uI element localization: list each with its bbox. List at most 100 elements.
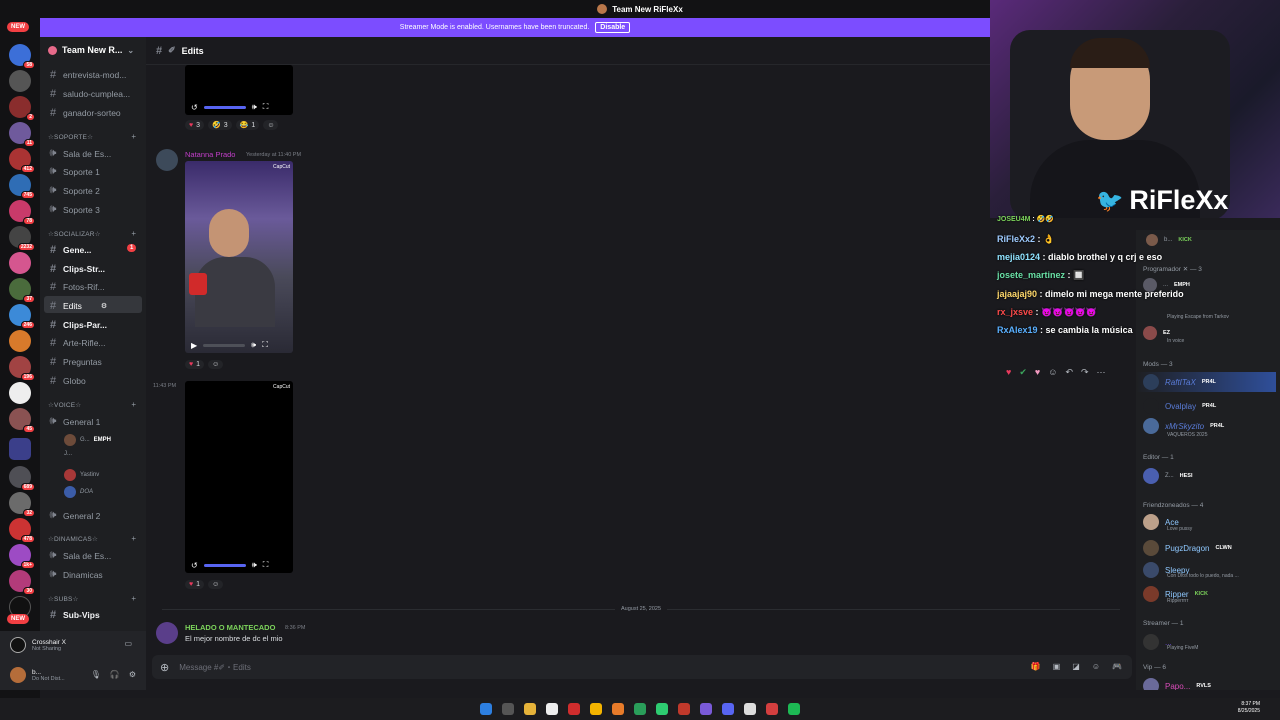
video-embed-1[interactable]: ↺ 🕪 ⛶ [185, 65, 293, 115]
app-icon[interactable] [678, 703, 690, 715]
channel-edits[interactable]: # Edits ⚙ [48, 300, 107, 312]
settings-gear-icon[interactable]: ⚙ [101, 302, 107, 310]
add-reaction-icon[interactable]: ☺ [208, 360, 224, 369]
voice-dinamicas[interactable]: 🕪 Dinamicas [48, 568, 103, 581]
category-voice[interactable]: ☆VOICE☆ [48, 401, 81, 409]
channel-saludo[interactable]: # saludo-cumplea... [48, 88, 130, 100]
server-icon-4[interactable]: 11 [9, 122, 35, 147]
server-icon-14[interactable] [9, 382, 31, 404]
server-icon-10[interactable]: 37 [9, 278, 35, 303]
disable-streamer-mode-button[interactable]: Disable [595, 22, 631, 33]
avatar[interactable] [156, 149, 178, 171]
headphones-icon[interactable]: 🎧 [110, 670, 120, 679]
member-editor-1[interactable]: Z... HESI [1143, 468, 1193, 484]
voice-user[interactable]: Yastinv [64, 469, 99, 481]
channel-clips-partidas[interactable]: # Clips-Par... [48, 319, 107, 331]
add-reaction-icon[interactable]: ☺ [263, 120, 279, 130]
spotify-icon[interactable] [788, 703, 800, 715]
channel-arte[interactable]: # Arte-Rifle... [48, 337, 106, 349]
app-icon[interactable] [656, 703, 668, 715]
gift-icon[interactable]: 🎁 [1031, 662, 1041, 671]
voice-general-1[interactable]: 🕪 General 1 [48, 415, 101, 428]
add-channel-icon[interactable]: + [131, 132, 136, 141]
microphone-icon[interactable]: 🎙 [91, 670, 101, 679]
system-tray-clock[interactable]: 8:37 PM 8/25/2025 [1238, 701, 1260, 715]
app-icon[interactable] [612, 703, 624, 715]
activity-row[interactable]: Crosshair X Not Sharing [10, 637, 66, 653]
voice-user[interactable]: G... EMPH [64, 434, 111, 446]
channel-ganador[interactable]: # ganador-sorteo [48, 107, 121, 119]
reaction-heart[interactable]: ♥ 1 [185, 580, 205, 589]
add-reaction-icon[interactable]: ☺ [1048, 367, 1057, 378]
video-embed-2[interactable]: CapCut ▶ 🕪 ⛶ [185, 161, 293, 353]
member-vip-1[interactable]: Papo... RVLS [1143, 678, 1211, 690]
fullscreen-icon[interactable]: ⛶ [263, 560, 269, 570]
sticker-icon[interactable]: ◪ [1072, 662, 1080, 671]
voice-soporte-1[interactable]: 🕪 Soporte 1 [48, 165, 100, 178]
add-reaction-icon[interactable]: ☺ [208, 580, 224, 589]
channel-sub-vips[interactable]: # Sub-Vips [48, 609, 100, 621]
video-embed-3[interactable]: CapCut ↺ 🕪 ⛶ [185, 381, 293, 573]
server-icon-5[interactable]: 412 [9, 148, 35, 173]
fullscreen-icon[interactable]: ⛶ [262, 340, 268, 350]
server-icon-11[interactable]: 246 [9, 304, 35, 329]
voice-soporte-3[interactable]: 🕪 Soporte 3 [48, 203, 100, 216]
server-icon-7[interactable]: 78 [9, 200, 35, 225]
member-friend-2[interactable]: PugzDragon CLWN [1143, 540, 1232, 556]
server-icon-9[interactable] [9, 252, 31, 274]
start-menu-icon[interactable] [480, 703, 492, 715]
server-icon-3[interactable]: 2 [9, 96, 35, 121]
voice-soporte-2[interactable]: 🕪 Soporte 2 [48, 184, 100, 197]
voice-general-2[interactable]: 🕪 General 2 [48, 509, 101, 522]
category-dinamicas[interactable]: ☆DINAMICAS☆ [48, 535, 98, 543]
fullscreen-icon[interactable]: ⛶ [263, 102, 269, 112]
user-row[interactable]: b... Do Not Dist... [10, 667, 65, 683]
discord-icon[interactable] [722, 703, 734, 715]
add-channel-icon[interactable]: + [131, 594, 136, 603]
pink-heart-icon[interactable]: ♥ [1035, 367, 1040, 378]
server-folder[interactable] [9, 438, 31, 460]
add-channel-icon[interactable]: + [131, 534, 136, 543]
channel-globo[interactable]: # Globo [48, 375, 86, 387]
category-subs[interactable]: ☆SUBS☆ [48, 595, 79, 603]
more-icon[interactable]: ⋯ [1097, 367, 1106, 378]
overlay-member[interactable]: b... KICK [1146, 234, 1192, 246]
voice-sala-espera[interactable]: 🕪 Sala de Es... [48, 147, 112, 160]
app-icon[interactable] [700, 703, 712, 715]
server-icon-2[interactable] [9, 70, 31, 92]
message-author[interactable]: HELADO O MANTECADO [185, 623, 275, 632]
replay-icon[interactable]: ↺ [191, 103, 198, 112]
store-icon[interactable] [546, 703, 558, 715]
channel-fotos[interactable]: # Fotos-Rif... [48, 281, 105, 293]
app-icon[interactable] [766, 703, 778, 715]
member-mod-2[interactable]: Ovalplay PR4L [1143, 398, 1216, 414]
forward-icon[interactable]: ↷ [1081, 367, 1089, 378]
reaction-heart[interactable]: ♥ 1 [185, 360, 205, 369]
app-icon[interactable] [634, 703, 646, 715]
volume-icon[interactable]: 🕪 [252, 102, 257, 112]
member-mod-1[interactable]: RaftITaX PR4L [1143, 374, 1216, 390]
avatar[interactable] [156, 622, 178, 644]
server-icon-1[interactable]: 58 [9, 44, 35, 69]
server-icon-17[interactable]: 32 [9, 492, 35, 517]
app-icon[interactable] [744, 703, 756, 715]
video-progress[interactable] [203, 563, 246, 567]
apps-icon[interactable]: 🎮 [1112, 662, 1122, 671]
add-channel-icon[interactable]: + [131, 229, 136, 238]
overlay-member[interactable]: EZ [1143, 326, 1170, 340]
voice-sala-espera-2[interactable]: 🕪 Sala de Es... [48, 549, 112, 562]
gear-icon[interactable]: ⚙ [129, 670, 136, 679]
reaction-heart[interactable]: ♥ 3 [185, 120, 205, 130]
server-name-header[interactable]: Team New R... ⌄ [48, 45, 134, 55]
file-explorer-icon[interactable] [524, 703, 536, 715]
server-icon-16[interactable]: 689 [9, 466, 35, 491]
gif-icon[interactable]: ▣ [1053, 662, 1061, 671]
voice-user[interactable]: J... [64, 451, 72, 457]
message-author[interactable]: Natanna Prado [185, 150, 235, 159]
server-icon-13[interactable]: 196 [9, 356, 35, 381]
volume-icon[interactable]: 🕪 [252, 560, 257, 570]
channel-clips-streamer[interactable]: # Clips-Str... [48, 263, 105, 275]
play-icon[interactable]: ▶ [191, 341, 197, 350]
replay-icon[interactable]: ↺ [191, 561, 198, 570]
check-reaction-icon[interactable]: ✔ [1019, 367, 1027, 378]
